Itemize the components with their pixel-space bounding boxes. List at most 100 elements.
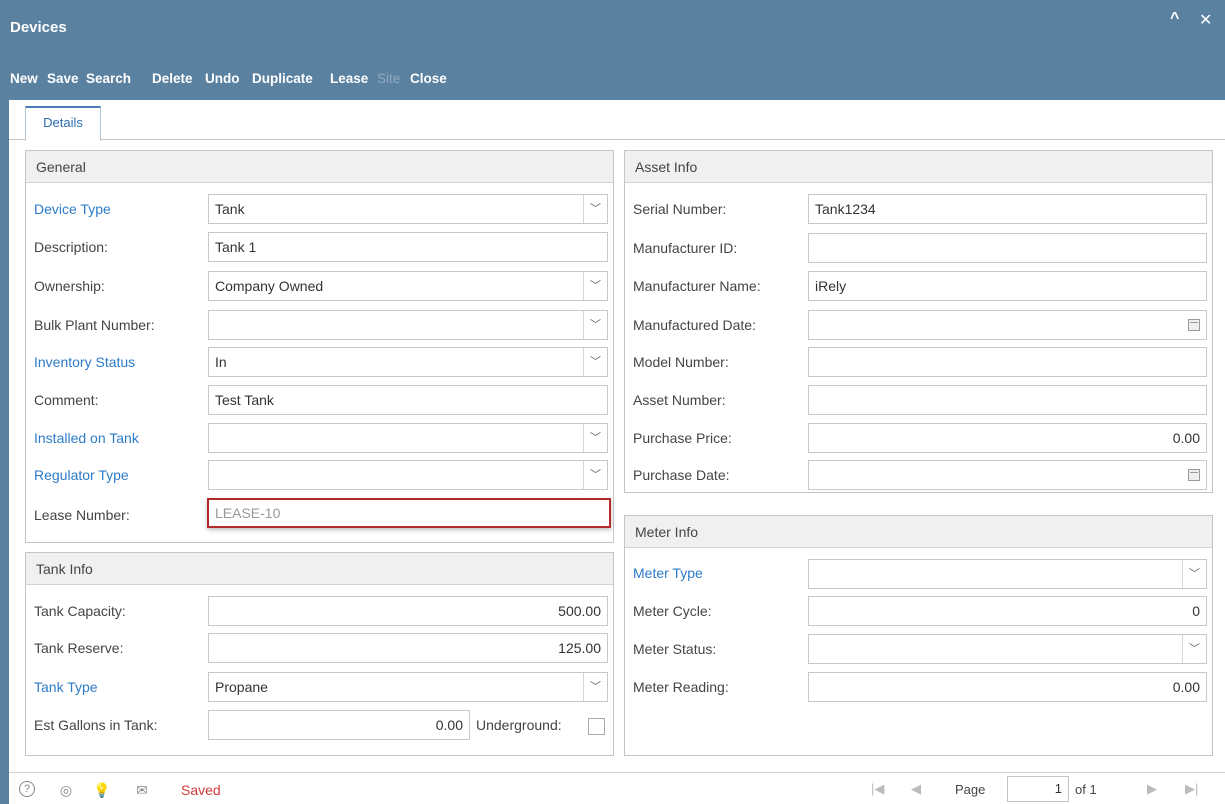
page-number-input[interactable]: 1	[1007, 776, 1069, 802]
meter-info-panel: Meter Info Meter Type ﹀ Meter Cycle: 0 M…	[624, 515, 1213, 756]
tank-info-panel-header: Tank Info	[26, 553, 613, 585]
delete-button[interactable]: Delete	[152, 71, 193, 86]
meter-cycle-input[interactable]: 0	[808, 596, 1207, 626]
model-number-input[interactable]	[808, 347, 1207, 377]
installed-on-tank-label[interactable]: Installed on Tank	[34, 430, 139, 446]
tank-capacity-label: Tank Capacity:	[34, 603, 126, 619]
site-button: Site	[377, 71, 401, 86]
new-button[interactable]: New	[10, 71, 38, 86]
underground-label: Underground:	[476, 717, 562, 733]
ownership-label: Ownership:	[34, 278, 105, 294]
asset-number-input[interactable]	[808, 385, 1207, 415]
purchase-date-input[interactable]	[808, 460, 1207, 490]
help-icon[interactable]: ?	[19, 781, 35, 797]
next-page-icon[interactable]: ▶	[1147, 781, 1157, 797]
model-number-label: Model Number:	[633, 354, 729, 370]
est-gallons-label: Est Gallons in Tank:	[34, 717, 158, 733]
chevron-down-icon[interactable]: ﹀	[1182, 560, 1206, 588]
chevron-down-icon[interactable]: ﹀	[1182, 635, 1206, 663]
status-bar: ? ◎ 💡 ✉ Saved |◀ ◀ Page 1 of 1 ▶ ▶|	[9, 772, 1225, 804]
general-panel: General Device Type Tank ﹀ Description: …	[25, 150, 614, 543]
tank-reserve-input[interactable]: 125.00	[208, 633, 608, 663]
device-type-select[interactable]: Tank ﹀	[208, 194, 608, 224]
tank-type-label[interactable]: Tank Type	[34, 679, 98, 695]
installed-on-tank-select[interactable]: ﹀	[208, 423, 608, 453]
bulk-plant-number-label: Bulk Plant Number:	[34, 317, 155, 333]
est-gallons-input[interactable]: 0.00	[208, 710, 470, 740]
meter-type-label[interactable]: Meter Type	[633, 565, 703, 581]
chevron-down-icon[interactable]: ﹀	[583, 461, 607, 489]
tank-type-select[interactable]: Propane ﹀	[208, 672, 608, 702]
close-button[interactable]: Close	[410, 71, 447, 86]
calendar-icon[interactable]	[1188, 469, 1200, 481]
window-title: Devices	[10, 19, 67, 36]
page-count: of 1	[1075, 782, 1097, 797]
mail-icon[interactable]: ✉	[133, 781, 151, 799]
meter-info-panel-header: Meter Info	[625, 516, 1212, 548]
chevron-down-icon[interactable]: ﹀	[583, 311, 607, 339]
manufactured-date-label: Manufactured Date:	[633, 317, 756, 333]
description-label: Description:	[34, 239, 108, 255]
manufacturer-id-input[interactable]	[808, 233, 1207, 263]
calendar-icon[interactable]	[1188, 319, 1200, 331]
chevron-down-icon[interactable]: ﹀	[583, 348, 607, 376]
bulk-plant-number-select[interactable]: ﹀	[208, 310, 608, 340]
inventory-status-label[interactable]: Inventory Status	[34, 354, 135, 370]
last-page-icon[interactable]: ▶|	[1185, 781, 1198, 797]
chevron-down-icon[interactable]: ﹀	[583, 673, 607, 701]
serial-number-label: Serial Number:	[633, 201, 727, 217]
meter-reading-label: Meter Reading:	[633, 679, 729, 695]
regulator-type-label[interactable]: Regulator Type	[34, 467, 129, 483]
purchase-price-input[interactable]: 0.00	[808, 423, 1207, 453]
tank-capacity-input[interactable]: 500.00	[208, 596, 608, 626]
save-button[interactable]: Save	[47, 71, 79, 86]
chevron-down-icon[interactable]: ﹀	[583, 424, 607, 452]
meter-type-select[interactable]: ﹀	[808, 559, 1207, 589]
asset-info-panel: Asset Info Serial Number: Tank1234 Manuf…	[624, 150, 1213, 493]
meter-status-select[interactable]: ﹀	[808, 634, 1207, 664]
purchase-date-label: Purchase Date:	[633, 467, 730, 483]
duplicate-button[interactable]: Duplicate	[252, 71, 313, 86]
tank-reserve-label: Tank Reserve:	[34, 640, 124, 656]
meter-status-label: Meter Status:	[633, 641, 717, 657]
collapse-icon[interactable]: ^	[1170, 10, 1179, 28]
tab-details[interactable]: Details	[25, 106, 101, 141]
manufacturer-name-label: Manufacturer Name:	[633, 278, 761, 294]
chevron-down-icon[interactable]: ﹀	[583, 272, 607, 300]
device-type-label[interactable]: Device Type	[34, 201, 111, 217]
status-text: Saved	[181, 782, 221, 798]
lease-number-label: Lease Number:	[34, 507, 130, 523]
regulator-type-select[interactable]: ﹀	[208, 460, 608, 490]
chevron-down-icon[interactable]: ﹀	[583, 195, 607, 223]
meter-reading-input[interactable]: 0.00	[808, 672, 1207, 702]
manufacturer-name-input[interactable]: iRely	[808, 271, 1207, 301]
window-titlebar: Devices ^ ✕	[0, 0, 1225, 56]
first-page-icon[interactable]: |◀	[871, 781, 884, 797]
comment-label: Comment:	[34, 392, 99, 408]
lease-button[interactable]: Lease	[330, 71, 368, 86]
lease-number-field: LEASE-10	[207, 498, 611, 528]
purchase-price-label: Purchase Price:	[633, 430, 732, 446]
inventory-status-select[interactable]: In ﹀	[208, 347, 608, 377]
undo-button[interactable]: Undo	[205, 71, 240, 86]
search-button[interactable]: Search	[86, 71, 131, 86]
description-input[interactable]: Tank 1	[208, 232, 608, 262]
manufactured-date-input[interactable]	[808, 310, 1207, 340]
previous-page-icon[interactable]: ◀	[911, 781, 921, 797]
page-label: Page	[955, 782, 986, 797]
underground-checkbox[interactable]	[588, 718, 605, 735]
ownership-select[interactable]: Company Owned ﹀	[208, 271, 608, 301]
window-left-border	[0, 100, 9, 804]
asset-info-panel-header: Asset Info	[625, 151, 1212, 183]
tab-strip: Details	[9, 100, 1225, 141]
comment-input[interactable]: Test Tank	[208, 385, 608, 415]
support-icon[interactable]: ◎	[57, 781, 75, 799]
tank-info-panel: Tank Info Tank Capacity: 500.00 Tank Res…	[25, 552, 614, 756]
meter-cycle-label: Meter Cycle:	[633, 603, 712, 619]
general-panel-header: General	[26, 151, 613, 183]
serial-number-input[interactable]: Tank1234	[808, 194, 1207, 224]
close-window-icon[interactable]: ✕	[1199, 10, 1212, 30]
toolbar: New Save Search Delete Undo Duplicate Le…	[0, 56, 1225, 100]
manufacturer-id-label: Manufacturer ID:	[633, 240, 738, 256]
lightbulb-icon[interactable]: 💡	[93, 781, 111, 799]
